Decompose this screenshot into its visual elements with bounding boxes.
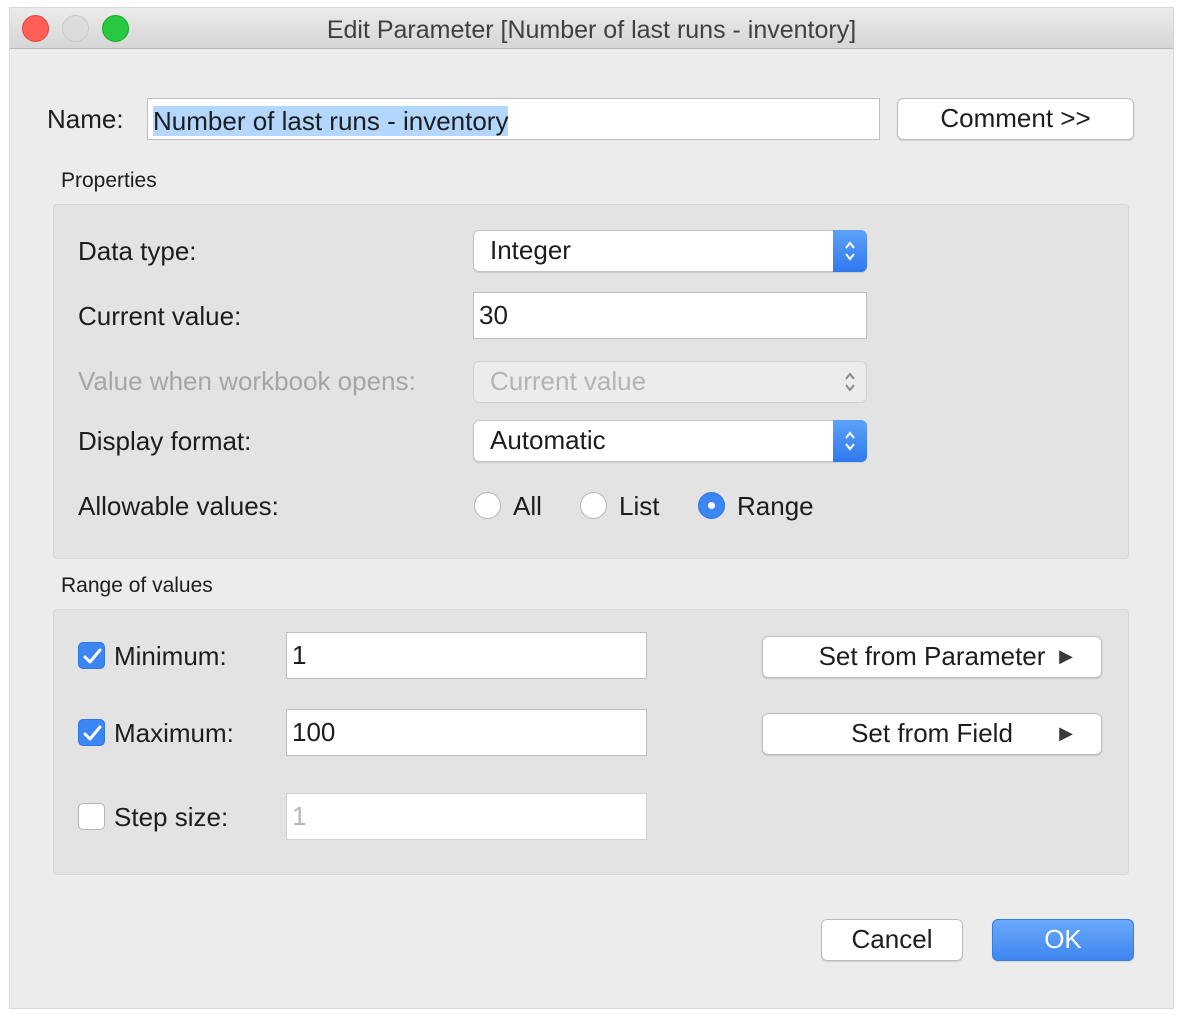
play-arrow-icon: ▶ [1059, 646, 1073, 666]
maximum-label: Maximum: [114, 718, 234, 748]
step-size-checkbox[interactable] [78, 803, 105, 830]
ok-button[interactable]: OK [992, 919, 1134, 961]
set-from-field-button[interactable]: Set from Field ▶ [762, 713, 1102, 755]
select-stepper-icon [833, 361, 867, 403]
step-size-input: 1 [286, 793, 647, 840]
name-label: Name: [47, 104, 124, 134]
select-stepper-icon [833, 230, 867, 272]
data-type-label: Data type: [78, 236, 197, 266]
current-value-input[interactable]: 30 [473, 292, 867, 339]
cancel-button[interactable]: Cancel [821, 919, 963, 961]
name-input[interactable]: Number of last runs - inventory [147, 98, 880, 140]
edit-parameter-dialog: Edit Parameter [Number of last runs - in… [10, 8, 1173, 1008]
window-title: Edit Parameter [Number of last runs - in… [326, 16, 857, 44]
allowable-list-label[interactable]: List [619, 491, 659, 522]
title-bar: Edit Parameter [Number of last runs - in… [10, 8, 1173, 49]
set-from-field-label: Set from Field [851, 718, 1013, 748]
display-format-value: Automatic [490, 425, 606, 455]
set-from-parameter-button[interactable]: Set from Parameter ▶ [762, 636, 1102, 678]
maximum-input[interactable]: 100 [286, 709, 647, 756]
select-stepper-icon [833, 420, 867, 462]
checkmark-icon [83, 648, 102, 664]
display-format-label: Display format: [78, 426, 252, 456]
current-value-label: Current value: [78, 301, 242, 331]
comment-button[interactable]: Comment >> [897, 98, 1134, 140]
maximum-checkbox[interactable] [78, 719, 105, 746]
checkmark-icon [83, 725, 102, 741]
allowable-all-radio[interactable] [474, 492, 501, 519]
play-arrow-icon: ▶ [1059, 723, 1073, 743]
minimum-checkbox[interactable] [78, 642, 105, 669]
minimum-label: Minimum: [114, 641, 227, 671]
properties-section-title: Properties [61, 169, 157, 192]
set-from-parameter-label: Set from Parameter [818, 641, 1046, 671]
data-type-value: Integer [490, 235, 571, 265]
data-type-select[interactable]: Integer [473, 230, 867, 272]
step-size-label: Step size: [114, 802, 229, 832]
minimum-input[interactable]: 1 [286, 632, 647, 679]
allowable-values-label: Allowable values: [78, 491, 279, 521]
allowable-range-label[interactable]: Range [737, 491, 814, 522]
allowable-list-radio[interactable] [580, 492, 607, 519]
display-format-select[interactable]: Automatic [473, 420, 867, 462]
workbook-opens-value: Current value [490, 366, 647, 396]
workbook-opens-select: Current value [473, 361, 867, 403]
workbook-opens-label: Value when workbook opens: [78, 366, 416, 396]
allowable-range-radio[interactable] [698, 492, 725, 519]
allowable-all-label[interactable]: All [513, 491, 542, 522]
range-section-title: Range of values [61, 574, 213, 597]
name-input-value: Number of last runs - inventory [153, 106, 509, 136]
